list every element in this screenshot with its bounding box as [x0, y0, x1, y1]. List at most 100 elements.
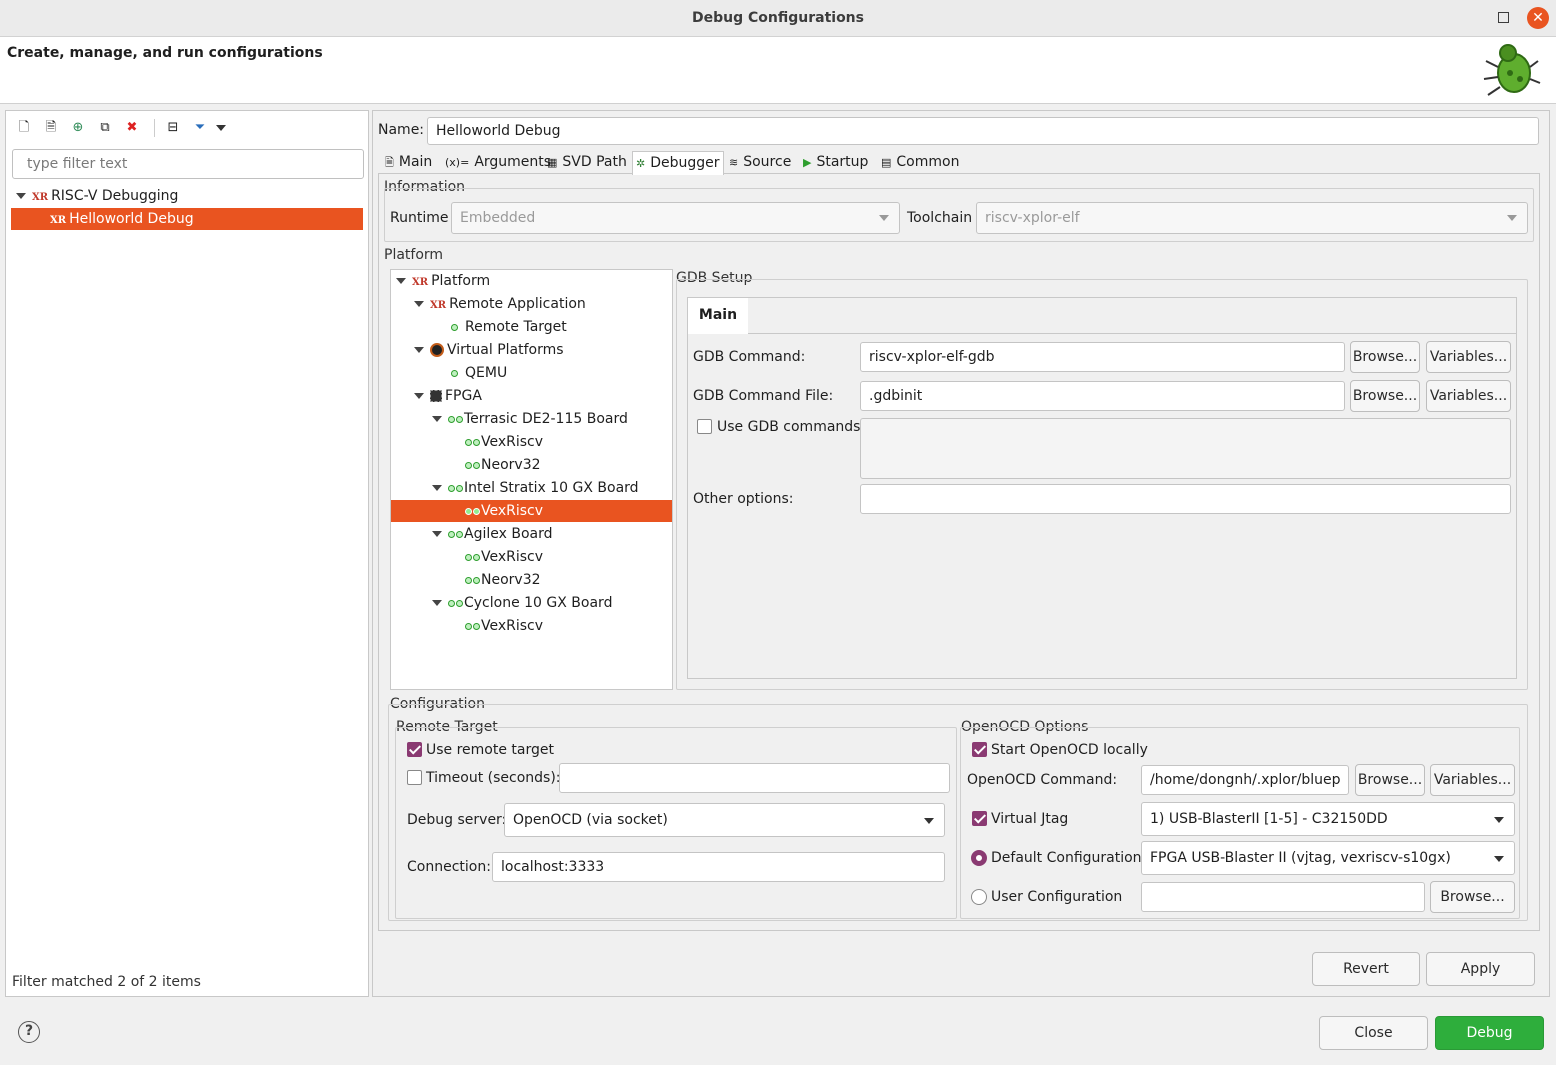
- expand-chevron-icon[interactable]: [396, 278, 406, 284]
- default-config-radio[interactable]: [971, 850, 987, 866]
- tab-label: Common: [896, 154, 960, 170]
- tab-startup[interactable]: ▶ Startup: [800, 151, 876, 174]
- openocd-browse-button[interactable]: Browse...: [1355, 764, 1425, 796]
- tab-label: Source: [743, 154, 792, 170]
- expand-chevron-icon[interactable]: [432, 600, 442, 606]
- play-icon: ▶: [803, 156, 812, 169]
- gdb-file-variables-button[interactable]: Variables...: [1426, 380, 1511, 412]
- user-config-radio[interactable]: [971, 889, 987, 905]
- tab-main[interactable]: 🗎 Main: [382, 151, 440, 174]
- tree-item-remote-target[interactable]: Remote Target: [451, 316, 567, 338]
- default-config-select[interactable]: FPGA USB-Blaster II (vjtag, vexriscv-s10…: [1141, 841, 1515, 875]
- tab-source[interactable]: ≋ Source: [726, 151, 798, 174]
- expand-chevron-icon[interactable]: [414, 347, 424, 353]
- debug-button[interactable]: Debug: [1435, 1016, 1544, 1050]
- tree-item-fpga[interactable]: FPGA: [414, 385, 482, 407]
- user-config-input[interactable]: [1141, 882, 1425, 912]
- tree-item-neorv32[interactable]: Neorv32: [465, 454, 541, 476]
- status-dot-icon: [473, 553, 480, 561]
- tree-item-terrasic-board[interactable]: Terrasic DE2-115 Board: [432, 408, 628, 430]
- tab-common[interactable]: ▤ Common: [878, 151, 964, 174]
- expand-chevron-icon[interactable]: [414, 393, 424, 399]
- virtual-jtag-checkbox[interactable]: [972, 811, 987, 826]
- tree-item-vexriscv[interactable]: VexRiscv: [465, 615, 543, 637]
- tree-item-remote-application[interactable]: XR Remote Application: [414, 293, 586, 315]
- tree-item-riscv-debugging[interactable]: XR RISC-V Debugging: [16, 185, 368, 207]
- name-label: Name:: [378, 122, 425, 138]
- close-button[interactable]: Close: [1319, 1016, 1428, 1050]
- close-window-icon[interactable]: ✕: [1527, 7, 1549, 29]
- new-config-icon[interactable]: 🗋: [16, 120, 32, 136]
- revert-button[interactable]: Revert: [1312, 952, 1420, 986]
- chevron-down-icon: [879, 215, 889, 221]
- timeout-checkbox[interactable]: [407, 770, 422, 785]
- tab-debugger[interactable]: ✲ Debugger: [632, 151, 724, 175]
- tree-item-cyclone-board[interactable]: Cyclone 10 GX Board: [432, 592, 612, 614]
- tree-item-helloworld-debug[interactable]: XR Helloworld Debug: [11, 208, 363, 230]
- gdb-commands-textarea[interactable]: [860, 418, 1511, 479]
- gdb-command-variables-button[interactable]: Variables...: [1426, 341, 1511, 373]
- gdb-command-file-label: GDB Command File:: [693, 388, 834, 404]
- gdb-tab-bar: [687, 297, 1517, 334]
- status-dot-icon: [473, 438, 480, 446]
- connection-input[interactable]: localhost:3333: [492, 852, 945, 882]
- gdb-command-file-input[interactable]: .gdbinit: [860, 381, 1345, 411]
- page-icon: 🗎: [385, 156, 394, 169]
- filter-input[interactable]: type filter text: [12, 149, 364, 179]
- gdb-command-browse-button[interactable]: Browse...: [1350, 341, 1420, 373]
- tree-item-vexriscv[interactable]: VexRiscv: [465, 546, 543, 568]
- use-gdb-commands-checkbox[interactable]: [697, 419, 712, 434]
- tree-label: QEMU: [465, 365, 508, 381]
- openocd-variables-button[interactable]: Variables...: [1430, 764, 1515, 796]
- runtime-label: Runtime: [390, 210, 449, 226]
- expand-chevron-icon[interactable]: [432, 531, 442, 537]
- name-input[interactable]: Helloworld Debug: [427, 117, 1539, 145]
- start-openocd-checkbox[interactable]: [972, 742, 987, 757]
- virtual-jtag-select[interactable]: 1) USB-BlasterII [1-5] - C32150DD: [1141, 802, 1515, 836]
- tree-item-stratix-board[interactable]: Intel Stratix 10 GX Board: [432, 477, 639, 499]
- expand-chevron-icon[interactable]: [414, 301, 424, 307]
- expand-chevron-icon[interactable]: [432, 416, 442, 422]
- openocd-command-input[interactable]: /home/dongnh/.xplor/bluep: [1141, 765, 1349, 795]
- tree-item-platform[interactable]: XR Platform: [396, 270, 490, 292]
- use-remote-target-checkbox[interactable]: [407, 742, 422, 757]
- runtime-select[interactable]: Embedded: [451, 202, 900, 234]
- debug-server-select[interactable]: OpenOCD (via socket): [504, 803, 945, 837]
- filter-menu-chevron-icon[interactable]: [216, 125, 226, 131]
- help-icon[interactable]: ?: [18, 1021, 40, 1043]
- timeout-input[interactable]: [559, 763, 950, 793]
- export-icon[interactable]: ⊕: [70, 120, 86, 136]
- gdb-file-browse-button[interactable]: Browse...: [1350, 380, 1420, 412]
- config-list-panel: 🗋 🗎 ⊕ ⧉ ✖ ⊟ ⏷ type filter text XR RISC-V …: [5, 110, 369, 997]
- filter-icon[interactable]: ⏷: [192, 120, 208, 136]
- tree-item-vexriscv-selected[interactable]: VexRiscv: [391, 500, 672, 522]
- tree-item-agilex-board[interactable]: Agilex Board: [432, 523, 553, 545]
- tree-item-qemu[interactable]: QEMU: [451, 362, 507, 384]
- delete-icon[interactable]: ✖: [124, 120, 140, 136]
- chevron-down-icon: [1494, 856, 1504, 862]
- maximize-icon[interactable]: [1498, 12, 1509, 23]
- tree-item-neorv32[interactable]: Neorv32: [465, 569, 541, 591]
- expand-chevron-icon[interactable]: [16, 193, 26, 199]
- toolchain-select[interactable]: riscv-xplor-elf: [976, 202, 1528, 234]
- status-dot-icon: [473, 576, 480, 584]
- status-dot-icon: [448, 530, 455, 538]
- status-dot-icon: [451, 369, 458, 377]
- collapse-all-icon[interactable]: ⊟: [165, 120, 181, 136]
- timeout-label: Timeout (seconds):: [426, 770, 561, 786]
- apply-button[interactable]: Apply: [1426, 952, 1535, 986]
- user-config-browse-button[interactable]: Browse...: [1430, 881, 1515, 913]
- expand-chevron-icon[interactable]: [432, 485, 442, 491]
- duplicate-icon[interactable]: ⧉: [97, 120, 113, 136]
- tab-arguments[interactable]: (x)= Arguments: [442, 151, 551, 174]
- status-dot-icon: [448, 415, 455, 423]
- tree-item-virtual-platforms[interactable]: Virtual Platforms: [414, 339, 564, 361]
- debug-server-value: OpenOCD (via socket): [513, 812, 668, 828]
- gdb-command-input[interactable]: riscv-xplor-elf-gdb: [860, 342, 1345, 372]
- use-remote-target-label: Use remote target: [426, 742, 554, 758]
- other-options-input[interactable]: [860, 484, 1511, 514]
- gdb-tab-main[interactable]: Main: [688, 298, 748, 334]
- tab-svd-path[interactable]: ▦ SVD Path: [544, 151, 630, 174]
- tree-item-vexriscv[interactable]: VexRiscv: [465, 431, 543, 453]
- new-prototype-icon[interactable]: 🗎: [43, 120, 59, 136]
